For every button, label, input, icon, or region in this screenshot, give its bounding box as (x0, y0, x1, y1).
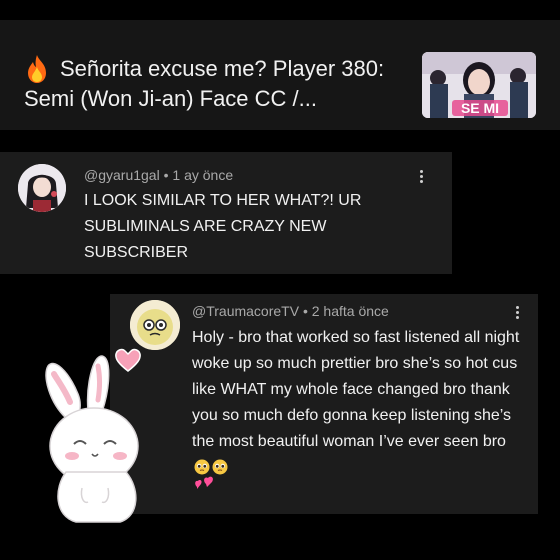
avatar[interactable] (130, 300, 180, 350)
thumbnail-image: SE MI (422, 52, 536, 118)
video-title[interactable]: Señorita excuse me? Player 380: Semi (Wo… (24, 54, 416, 114)
video-thumbnail[interactable]: SE MI (422, 52, 536, 118)
meta-separator: • (163, 167, 169, 183)
comment-text: Holy - bro that worked so fast listened … (192, 329, 520, 450)
comment-author[interactable]: @TraumacoreTV (192, 303, 299, 319)
more-options-icon[interactable] (413, 168, 429, 188)
comment-meta: @TraumacoreTV • 2 hafta önce (192, 303, 389, 319)
thumbnail-caption: SE MI (461, 100, 499, 116)
comment-meta: @gyaru1gal • 1 ay önce (84, 167, 233, 183)
two-hearts-emoji-icon (195, 476, 213, 489)
comment-card: @TraumacoreTV • 2 hafta önce Holy - bro … (110, 294, 538, 514)
avatar[interactable] (18, 164, 66, 212)
pleading-face-emoji-icon (194, 459, 210, 475)
comment-card: @gyaru1gal • 1 ay önce I LOOK SIMILAR TO… (0, 152, 452, 274)
comment-author[interactable]: @gyaru1gal (84, 167, 160, 183)
pleading-face-emoji-icon (212, 459, 228, 475)
more-options-icon[interactable] (509, 304, 525, 324)
video-header[interactable]: Señorita excuse me? Player 380: Semi (Wo… (0, 20, 560, 130)
bunny-sticker-icon (45, 355, 139, 523)
meta-separator: • (302, 303, 308, 319)
comment-time[interactable]: 1 ay önce (172, 167, 233, 183)
comment-time[interactable]: 2 hafta önce (312, 303, 389, 319)
comment-text-container: Holy - bro that worked so fast listened … (192, 325, 522, 481)
comment-text: I LOOK SIMILAR TO HER WHAT?! UR SUBLIMIN… (84, 192, 362, 261)
